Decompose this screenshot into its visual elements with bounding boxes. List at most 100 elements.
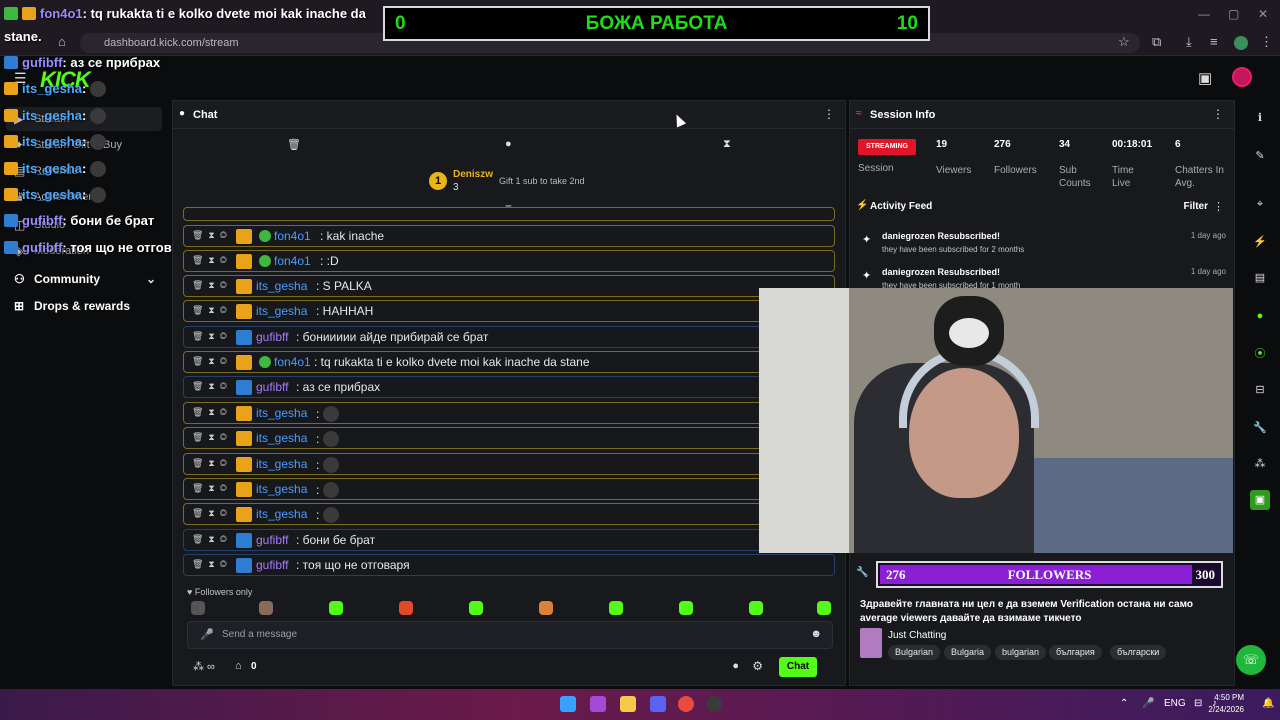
mod-actions[interactable]: 🗑⧗◎ xyxy=(192,381,232,392)
language-indicator[interactable]: ENG xyxy=(1164,698,1186,709)
notifications-icon[interactable]: 🔔 xyxy=(1262,698,1274,709)
chat-bubble-icon[interactable]: ● xyxy=(732,660,739,672)
chat-username[interactable]: its_gesha xyxy=(256,482,307,496)
emote-icon[interactable] xyxy=(191,601,205,615)
mod-actions[interactable]: 🗑⧗◎ xyxy=(192,534,232,545)
mod-actions[interactable]: 🗑⧗◎ xyxy=(192,331,232,342)
chat-input[interactable]: 🎤 Send a message ☻ xyxy=(187,621,833,649)
emote-icon[interactable] xyxy=(469,601,483,615)
browser-menu-icon[interactable]: ⋮ xyxy=(1260,34,1273,50)
chat-username[interactable]: its_gesha xyxy=(256,457,307,471)
chat-username[interactable]: fon4o1 xyxy=(274,355,311,369)
clock[interactable]: 4:50 PM 2/24/2026 xyxy=(1208,692,1244,716)
emote-icon[interactable] xyxy=(609,601,623,615)
close-button[interactable]: ✕ xyxy=(1258,7,1268,21)
bookmark-star-icon[interactable]: ☆ xyxy=(1118,34,1130,50)
mod-actions[interactable]: 🗑⧗◎ xyxy=(192,305,232,316)
store-icon[interactable]: ⌂ xyxy=(235,660,242,672)
mod-actions[interactable]: 🗑⧗◎ xyxy=(192,508,232,519)
chat-icon[interactable]: ● xyxy=(1250,306,1270,326)
chrome-icon[interactable] xyxy=(678,696,694,712)
mod-actions[interactable]: 🗑⧗◎ xyxy=(192,255,232,266)
tag[interactable]: Bulgarian xyxy=(888,645,941,660)
mod-actions[interactable]: 🗑⧗◎ xyxy=(192,230,232,241)
points-icon[interactable]: ⁂ ∞ xyxy=(193,660,215,673)
chevron-up-icon[interactable]: ⌃ xyxy=(1120,698,1128,709)
chat-username[interactable]: its_gesha xyxy=(256,279,307,293)
gifter-name[interactable]: Deniszw xyxy=(453,169,493,180)
tag[interactable]: bulgarian xyxy=(995,645,1047,660)
emote-icon[interactable] xyxy=(749,601,763,615)
settings-gear-icon[interactable]: ⚙ xyxy=(752,659,763,673)
emote-icon[interactable] xyxy=(259,601,273,615)
layout-icon[interactable]: ⊟ xyxy=(1250,380,1270,400)
broadcast-icon[interactable]: ⦿ xyxy=(1250,344,1270,364)
emote-icon[interactable] xyxy=(399,601,413,615)
chat-username[interactable]: gufibff xyxy=(256,558,288,572)
category-name[interactable]: Just Chatting xyxy=(888,630,946,641)
mic-icon[interactable]: 🎤 xyxy=(200,628,214,641)
emoji-icon[interactable]: ☻ xyxy=(810,628,822,640)
mic-icon[interactable]: 🎤 xyxy=(1142,698,1154,709)
maximize-button[interactable]: ▢ xyxy=(1228,7,1239,21)
chat-username[interactable]: fon4o1 xyxy=(274,229,311,243)
mod-actions[interactable]: 🗑⧗◎ xyxy=(192,458,232,469)
app-icon[interactable] xyxy=(590,696,606,712)
chat-username[interactable]: gufibff xyxy=(256,330,288,344)
tag[interactable]: Bulgaria xyxy=(944,645,992,660)
mod-actions[interactable]: 🗑⧗◎ xyxy=(192,483,232,494)
info-icon[interactable]: ℹ xyxy=(1250,108,1270,128)
bolt-icon[interactable]: ⚡ xyxy=(1250,232,1270,252)
obs-icon[interactable] xyxy=(706,696,722,712)
category-thumbnail[interactable] xyxy=(860,628,882,658)
discord-icon[interactable] xyxy=(650,696,666,712)
mod-actions[interactable]: 🗑⧗◎ xyxy=(192,559,232,570)
more-options-icon[interactable]: ⋮ xyxy=(1212,107,1224,121)
chat-username[interactable]: gufibff xyxy=(256,380,288,394)
kick-app-icon[interactable]: ▣ xyxy=(1250,490,1270,510)
apps-icon[interactable]: ⁂ xyxy=(1250,454,1270,474)
tag[interactable]: български xyxy=(1110,645,1167,660)
trash-icon[interactable]: 🗑 xyxy=(287,138,301,151)
more-options-icon[interactable]: ⋮ xyxy=(1213,200,1224,213)
emote-icon[interactable] xyxy=(539,601,553,615)
minimize-button[interactable]: — xyxy=(1198,7,1210,21)
mod-actions[interactable]: 🗑⧗◎ xyxy=(192,432,232,443)
playlist-icon[interactable]: ≡ xyxy=(1210,34,1218,49)
mod-actions[interactable]: 🗑⧗◎ xyxy=(192,280,232,291)
more-options-icon[interactable]: ⋮ xyxy=(823,107,835,121)
document-icon[interactable]: ▤ xyxy=(1250,268,1270,288)
download-icon[interactable]: ⤓ xyxy=(1186,34,1192,50)
windows-start-icon[interactable] xyxy=(560,696,576,712)
edit-icon[interactable]: ✎ xyxy=(1250,146,1270,166)
chat-username[interactable]: its_gesha xyxy=(256,431,307,445)
chat-icon[interactable]: ● xyxy=(505,138,512,150)
chat-username[interactable]: its_gesha xyxy=(256,507,307,521)
network-icon[interactable]: ⊟ xyxy=(1194,698,1202,709)
sidebar-community[interactable]: ⚇ Community ⌄ xyxy=(6,267,162,291)
help-icon[interactable]: ☏ xyxy=(1236,645,1266,675)
extensions-icon[interactable]: ⧉ xyxy=(1152,34,1161,50)
hourglass-icon[interactable]: ⧗ xyxy=(723,138,731,151)
file-explorer-icon[interactable] xyxy=(620,696,636,712)
emote-icon[interactable] xyxy=(679,601,693,615)
emote-icon[interactable] xyxy=(329,601,343,615)
cast-icon[interactable]: ▣ xyxy=(1198,69,1212,87)
user-avatar[interactable] xyxy=(1232,67,1252,87)
emote-icon[interactable] xyxy=(817,601,831,615)
mod-actions[interactable]: 🗑⧗◎ xyxy=(192,407,232,418)
wrench-icon[interactable]: 🔧 xyxy=(1250,418,1270,438)
chat-username[interactable]: its_gesha xyxy=(256,304,307,318)
home-icon[interactable]: ⌂ xyxy=(58,34,66,49)
focus-icon[interactable]: ⌖ xyxy=(1250,194,1270,214)
crown-icon xyxy=(236,229,252,244)
profile-icon[interactable] xyxy=(1234,36,1248,50)
send-chat-button[interactable]: Chat xyxy=(779,657,817,677)
chat-username[interactable]: fon4o1 xyxy=(274,254,311,268)
sidebar-drops[interactable]: ⊞ Drops & rewards xyxy=(6,294,162,318)
chat-username[interactable]: its_gesha xyxy=(256,406,307,420)
chat-username[interactable]: gufibff xyxy=(256,533,288,547)
mod-actions[interactable]: 🗑⧗◎ xyxy=(192,356,232,367)
tag[interactable]: българия xyxy=(1049,645,1102,660)
filter-button[interactable]: Filter xyxy=(1184,201,1208,212)
